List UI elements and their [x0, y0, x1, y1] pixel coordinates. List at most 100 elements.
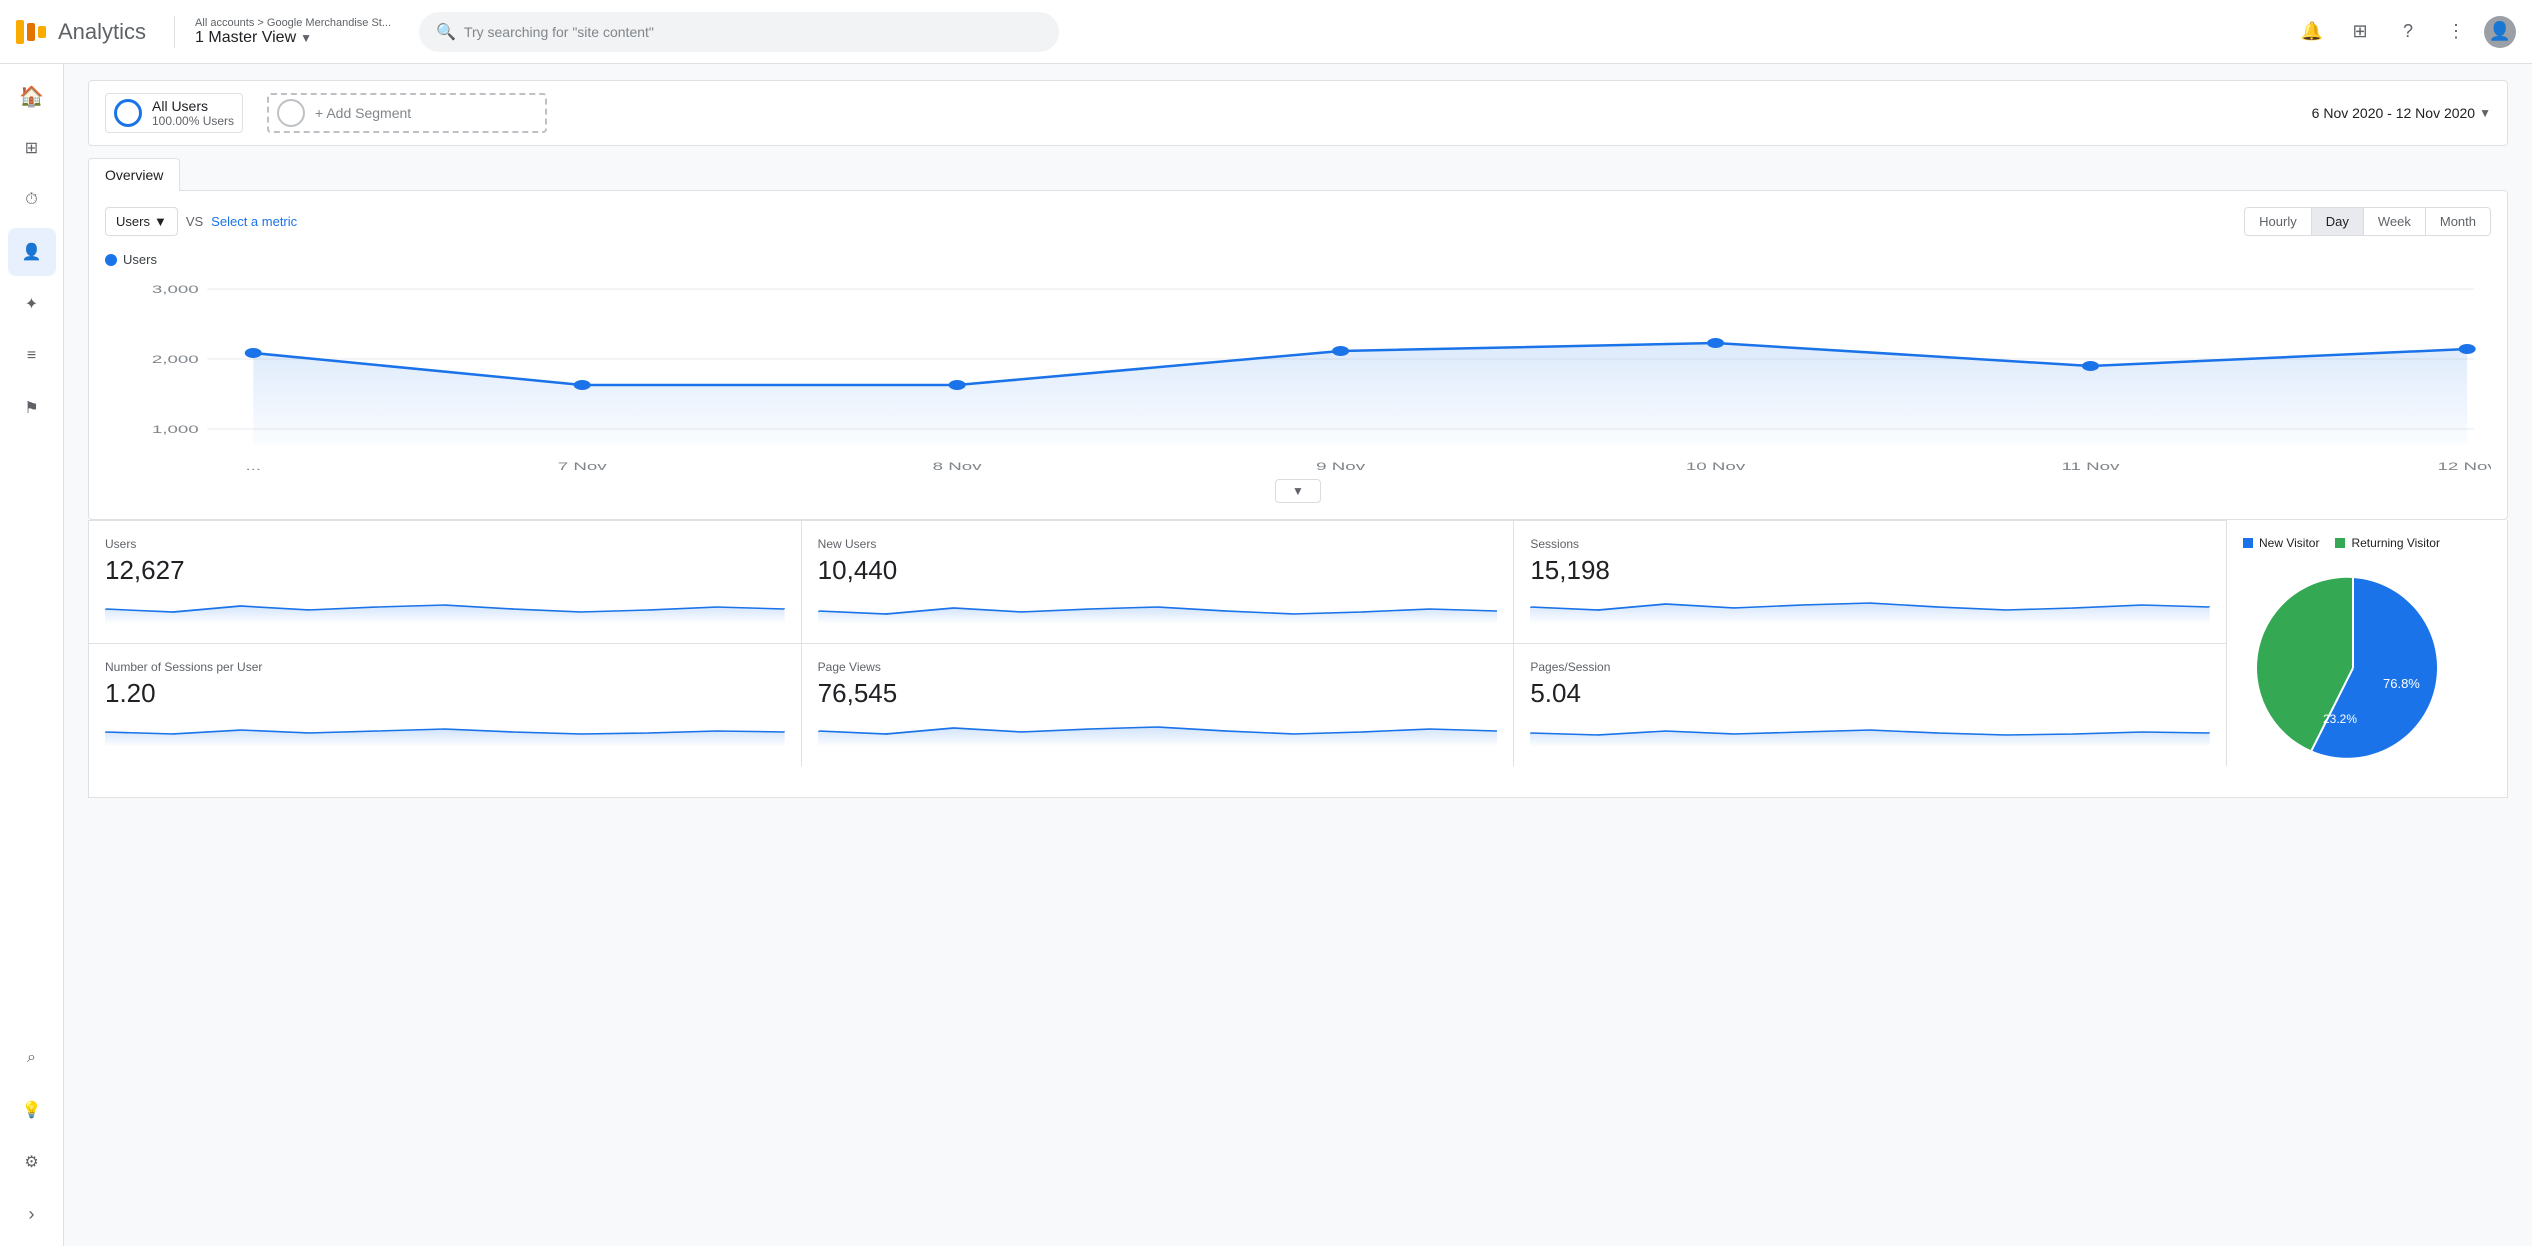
sidebar: 🏠 ⊞ ⏱ 👤 ✦ ≡ ⚑ ⌕ 💡 ⚙ ›	[0, 64, 64, 1246]
svg-text:11 Nov: 11 Nov	[2062, 461, 2120, 473]
metric-sessions: Sessions 15,198	[1514, 521, 2227, 643]
sidebar-item-behavior[interactable]: ≡	[8, 332, 56, 380]
metric-new-users: New Users 10,440	[802, 521, 1515, 643]
top-navigation: Analytics All accounts > Google Merchand…	[0, 0, 2532, 64]
select-metric-link[interactable]: Select a metric	[211, 214, 297, 229]
svg-text:12 Nov: 12 Nov	[2437, 461, 2491, 473]
metric-users-label: Users	[105, 537, 785, 551]
breadcrumb-area: All accounts > Google Merchandise St... …	[195, 17, 391, 47]
sidebar-item-settings[interactable]: ⚙	[8, 1138, 56, 1186]
metric-pages-per-session: Pages/Session 5.04	[1514, 644, 2227, 766]
pie-label-returning-visitor: 23.2%	[2323, 712, 2357, 726]
segment-bar: All Users 100.00% Users + Add Segment 6 …	[88, 80, 2508, 146]
notifications-button[interactable]: 🔔	[2292, 12, 2332, 52]
chart-legend: Users	[105, 252, 2491, 267]
overview-tab[interactable]: Overview	[88, 158, 180, 191]
metric-sessions-per-user: Number of Sessions per User 1.20	[89, 644, 802, 766]
nav-actions: 🔔 ⊞ ? ⋮ 👤	[2292, 12, 2516, 52]
chart-expand-button[interactable]: ▼	[1275, 479, 1321, 503]
primary-metric-label: Users	[116, 214, 150, 229]
metric-pages-per-session-sparkline	[1530, 717, 2210, 747]
date-range-picker[interactable]: 6 Nov 2020 - 12 Nov 2020 ▼	[2312, 105, 2491, 121]
metric-left: Users ▼ VS Select a metric	[105, 207, 297, 236]
sidebar-item-audience[interactable]: 👤	[8, 228, 56, 276]
app-logo	[16, 20, 46, 44]
metric-sessions-per-user-sparkline	[105, 717, 785, 747]
sidebar-item-search2[interactable]: ⌕	[8, 1034, 56, 1082]
logo-bar-1	[16, 20, 24, 44]
primary-metric-dropdown[interactable]: Users ▼	[105, 207, 178, 236]
help-button[interactable]: ?	[2388, 12, 2428, 52]
metric-sessions-value: 15,198	[1530, 555, 2210, 586]
pie-legend: New Visitor Returning Visitor	[2243, 536, 2491, 550]
more-options-button[interactable]: ⋮	[2436, 12, 2476, 52]
main-layout: 🏠 ⊞ ⏱ 👤 ✦ ≡ ⚑ ⌕ 💡 ⚙ › All Users 100.00% …	[0, 64, 2532, 1246]
view-dropdown-arrow: ▼	[300, 31, 312, 45]
apps-button[interactable]: ⊞	[2340, 12, 2380, 52]
sidebar-item-customization[interactable]: ⊞	[8, 124, 56, 172]
sidebar-item-conversions[interactable]: ⚑	[8, 384, 56, 432]
sidebar-item-insights[interactable]: 💡	[8, 1086, 56, 1134]
legend-dot	[105, 254, 117, 266]
metric-pages-per-session-label: Pages/Session	[1530, 660, 2210, 674]
svg-text:3,000: 3,000	[152, 284, 199, 296]
time-btn-day[interactable]: Day	[2311, 208, 2363, 235]
segment-left: All Users 100.00% Users + Add Segment	[105, 93, 2296, 133]
nav-divider	[174, 16, 175, 48]
sidebar-item-expand[interactable]: ›	[8, 1190, 56, 1238]
data-point-2	[949, 380, 966, 390]
metrics-row-2: Number of Sessions per User 1.20 Page Vi…	[89, 643, 2227, 766]
sidebar-item-realtime[interactable]: ⏱	[8, 176, 56, 224]
pie-dot-returning-visitor	[2335, 538, 2345, 548]
metric-users: Users 12,627	[89, 521, 802, 643]
metric-vs-label: VS	[186, 214, 203, 229]
all-users-segment[interactable]: All Users 100.00% Users	[105, 93, 243, 133]
svg-text:10 Nov: 10 Nov	[1686, 461, 1746, 473]
chart-container: 3,000 2,000 1,000	[105, 275, 2491, 475]
svg-text:...: ...	[245, 461, 261, 473]
pie-dot-new-visitor	[2243, 538, 2253, 548]
data-point-0	[245, 348, 262, 358]
sidebar-item-home[interactable]: 🏠	[8, 72, 56, 120]
pie-label-new-visitor: 76.8%	[2383, 676, 2420, 691]
view-selector[interactable]: 1 Master View ▼	[195, 29, 391, 47]
metric-new-users-label: New Users	[818, 537, 1498, 551]
metric-page-views-label: Page Views	[818, 660, 1498, 674]
pie-legend-returning-visitor-label: Returning Visitor	[2351, 536, 2440, 550]
add-segment-label: + Add Segment	[315, 105, 411, 121]
pie-legend-new-visitor-label: New Visitor	[2259, 536, 2319, 550]
breadcrumb-top: All accounts > Google Merchandise St...	[195, 17, 391, 29]
metric-users-sparkline	[105, 594, 785, 624]
metric-sessions-label: Sessions	[1530, 537, 2210, 551]
search-placeholder: Try searching for "site content"	[464, 24, 654, 40]
time-btn-hourly[interactable]: Hourly	[2245, 208, 2311, 235]
sidebar-item-acquisition[interactable]: ✦	[8, 280, 56, 328]
time-btn-month[interactable]: Month	[2425, 208, 2490, 235]
avatar[interactable]: 👤	[2484, 16, 2516, 48]
chart-area	[253, 343, 2467, 445]
add-segment-button[interactable]: + Add Segment	[267, 93, 547, 133]
svg-text:2,000: 2,000	[152, 354, 199, 366]
logo-bar-3	[38, 26, 46, 38]
pie-section: New Visitor Returning Visitor	[2227, 520, 2507, 797]
pie-chart-svg: 76.8% 23.2%	[2243, 558, 2463, 778]
time-btn-week[interactable]: Week	[2363, 208, 2425, 235]
metrics-section: Users 12,627 New Users 10,440	[88, 520, 2508, 798]
metrics-row-1: Users 12,627 New Users 10,440	[89, 520, 2227, 643]
metric-page-views: Page Views 76,545	[802, 644, 1515, 766]
svg-text:7 Nov: 7 Nov	[558, 461, 607, 473]
metric-new-users-value: 10,440	[818, 555, 1498, 586]
svg-text:8 Nov: 8 Nov	[933, 461, 982, 473]
data-point-1	[574, 380, 591, 390]
time-buttons: Hourly Day Week Month	[2244, 207, 2491, 236]
metric-page-views-sparkline	[818, 717, 1498, 747]
metric-sessions-per-user-value: 1.20	[105, 678, 785, 709]
search-bar[interactable]: 🔍 Try searching for "site content"	[419, 12, 1059, 52]
legend-label: Users	[123, 252, 157, 267]
segment-info: All Users 100.00% Users	[152, 98, 234, 128]
data-point-3	[1332, 346, 1349, 356]
metric-sessions-per-user-label: Number of Sessions per User	[105, 660, 785, 674]
metric-pages-per-session-value: 5.04	[1530, 678, 2210, 709]
data-point-6	[2459, 344, 2476, 354]
data-point-4	[1707, 338, 1724, 348]
